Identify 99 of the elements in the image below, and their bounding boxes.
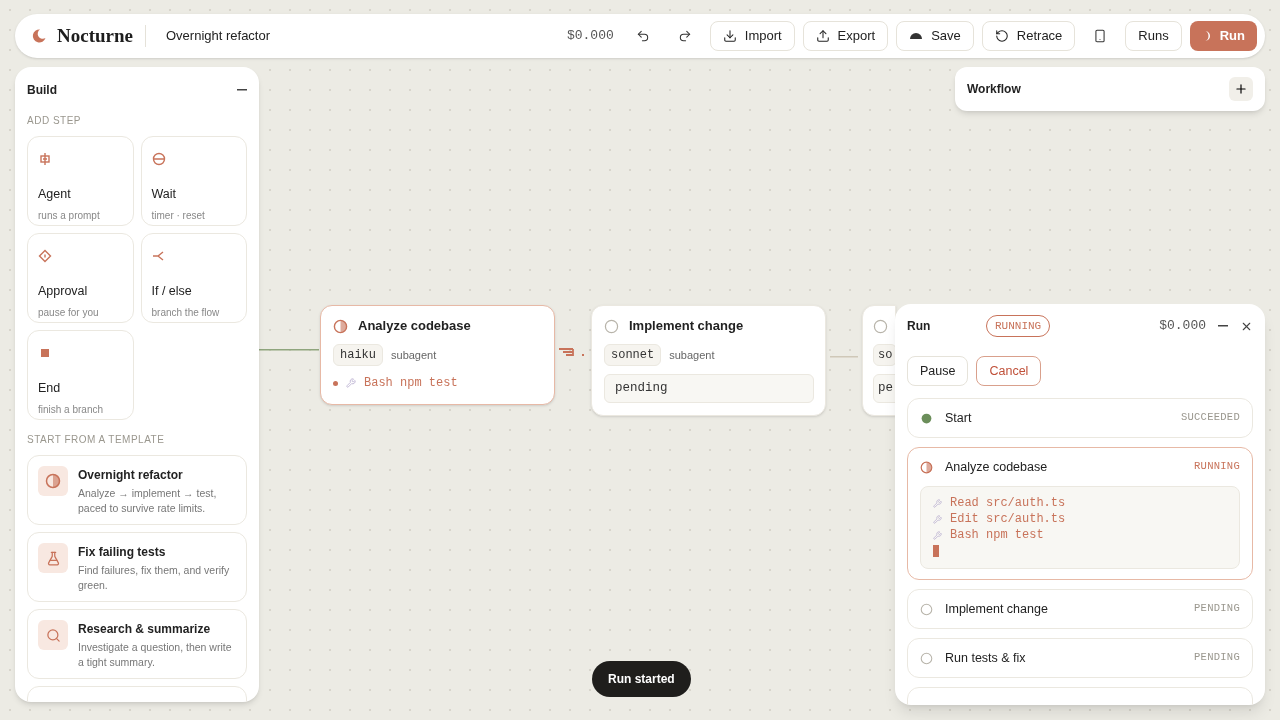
step-card[interactable]: If / else branch the flow bbox=[140, 233, 247, 323]
activity-dot-icon bbox=[333, 380, 338, 386]
dome-icon bbox=[909, 31, 924, 41]
toolbar-button[interactable]: Import bbox=[709, 21, 795, 51]
wrench-icon bbox=[933, 498, 942, 508]
toolbar-button[interactable]: Runs bbox=[1125, 21, 1182, 51]
redo-icon bbox=[677, 29, 692, 43]
cost-label: $0.000 bbox=[1159, 317, 1206, 336]
step-subtitle: runs a prompt bbox=[38, 208, 101, 223]
step-title: End bbox=[38, 380, 62, 397]
template-card[interactable]: Fix failing tests Find failures, fix them, and verify green. bbox=[27, 532, 247, 602]
step-card[interactable]: Wait timer · reset bbox=[140, 136, 247, 226]
model-tag: haiku bbox=[333, 344, 383, 366]
moon-logo-icon bbox=[31, 28, 47, 44]
cursor-icon bbox=[933, 545, 939, 557]
node-status-field: pending bbox=[604, 374, 814, 403]
minus-icon bbox=[1218, 325, 1228, 327]
node-title: Analyze codebase bbox=[358, 317, 471, 336]
step-card[interactable]: Agent runs a prompt bbox=[27, 136, 134, 226]
step-status: PENDING bbox=[1194, 601, 1240, 617]
log-line: Read src/auth.ts bbox=[950, 495, 1066, 512]
search-icon bbox=[38, 620, 68, 650]
section-heading: ADD STEP bbox=[27, 114, 82, 128]
step-name: Analyze codebase bbox=[945, 458, 1048, 476]
node-title: Implement change bbox=[629, 317, 744, 336]
step-name: Implement change bbox=[945, 600, 1048, 618]
wrench-icon bbox=[933, 530, 942, 540]
wrench-icon bbox=[346, 378, 356, 388]
template-description: Analyze → implement → test, paced to survive rate limits. bbox=[78, 486, 218, 516]
template-card[interactable]: Overnight refactor Analyze → implement → test, paced to survive rate limits. bbox=[27, 455, 247, 525]
template-card[interactable]: Research & summarize Investigate a question, then write a tight summary. bbox=[27, 609, 247, 679]
step-card[interactable]: Approval pause for you bbox=[27, 233, 134, 323]
pause-button[interactable]: Pause bbox=[907, 356, 969, 386]
run-step-card[interactable]: Implement change PENDING bbox=[907, 589, 1253, 629]
plus-icon bbox=[1234, 82, 1248, 96]
node-status-field: pe bbox=[873, 374, 895, 403]
model-tag: sonnet bbox=[604, 344, 662, 366]
branch-icon bbox=[151, 249, 166, 263]
template-description: Find failures, fix them, and verify green. bbox=[78, 563, 231, 593]
workflow-title: Overnight refactor bbox=[166, 27, 271, 46]
template-description: Investigate a question, then write a tight summary. bbox=[78, 640, 233, 670]
cancel-button[interactable]: Cancel bbox=[976, 356, 1042, 386]
step-status: SUCCEEDED bbox=[1180, 410, 1240, 426]
log-line: Bash npm test bbox=[950, 527, 1044, 544]
template-title: Research & summarize bbox=[78, 621, 212, 638]
connector-line bbox=[830, 356, 858, 358]
circle-icon bbox=[604, 318, 619, 334]
section-heading: START FROM A TEMPLATE bbox=[27, 433, 166, 447]
phone-icon bbox=[1093, 29, 1108, 43]
template-title: Fix failing tests bbox=[78, 544, 167, 561]
step-card[interactable]: End finish a branch bbox=[27, 330, 134, 420]
step-title: Approval bbox=[38, 283, 89, 300]
step-subtitle: timer · reset bbox=[151, 208, 206, 223]
step-title: Agent bbox=[38, 186, 72, 203]
minus-icon bbox=[237, 89, 247, 91]
panel-title: Workflow bbox=[967, 81, 1021, 98]
flask-icon bbox=[38, 543, 68, 573]
diamond-icon bbox=[38, 249, 52, 263]
step-subtitle: pause for you bbox=[38, 305, 100, 320]
node-activity: Bash npm test bbox=[364, 375, 458, 392]
add-button[interactable] bbox=[1229, 77, 1253, 101]
toolbar-button[interactable]: Save bbox=[896, 21, 974, 51]
template-title: Overnight refactor bbox=[78, 467, 184, 484]
log-line: Edit src/auth.ts bbox=[950, 511, 1066, 528]
step-name: Start bbox=[945, 409, 972, 427]
node-role: subagent bbox=[669, 347, 715, 363]
node-role: subagent bbox=[391, 347, 437, 363]
connector-line bbox=[259, 349, 319, 351]
step-status: RUNNING bbox=[1194, 459, 1240, 475]
upload-icon bbox=[815, 29, 830, 43]
gizmo-icon bbox=[38, 152, 52, 166]
model-tag: so bbox=[873, 344, 895, 366]
retrace-icon bbox=[994, 29, 1009, 43]
step-title: If / else bbox=[151, 283, 193, 300]
cost-label: $0.000 bbox=[566, 27, 614, 46]
step-name: Run tests & fix bbox=[945, 649, 1026, 667]
workflow-node[interactable]: Analyze codebase haiku subagent Bash npm test bbox=[320, 305, 555, 405]
toast: Run started bbox=[592, 661, 691, 697]
half-circle-icon bbox=[333, 318, 348, 334]
step-subtitle: finish a branch bbox=[38, 402, 105, 417]
square-icon bbox=[38, 346, 52, 360]
app-logo: Nocturne bbox=[57, 23, 133, 48]
toolbar-button[interactable]: Export bbox=[802, 21, 889, 51]
download-icon bbox=[722, 29, 737, 43]
step-title: Wait bbox=[151, 186, 178, 203]
workflow-node[interactable]: so pe bbox=[862, 305, 896, 416]
wrench-icon bbox=[933, 514, 942, 524]
run-step-card[interactable]: Analyze codebase RUNNING Read src/auth.ts Edit src/auth.ts Bash npm test bbox=[907, 447, 1253, 580]
circle-icon bbox=[873, 318, 888, 334]
panel-title: Run bbox=[907, 318, 932, 335]
step-subtitle: branch the flow bbox=[151, 305, 221, 320]
step-status: PENDING bbox=[1194, 650, 1240, 666]
run-step-card[interactable]: Start SUCCEEDED bbox=[907, 398, 1253, 438]
run-step-card[interactable]: Run tests & fix PENDING bbox=[907, 638, 1253, 678]
workflow-node[interactable]: Implement change sonnet subagent pending bbox=[591, 305, 826, 416]
circle-slash-icon bbox=[151, 152, 166, 166]
toolbar-button[interactable]: Retrace bbox=[981, 21, 1076, 51]
panel-title: Build bbox=[27, 82, 57, 99]
undo-icon bbox=[635, 29, 650, 43]
